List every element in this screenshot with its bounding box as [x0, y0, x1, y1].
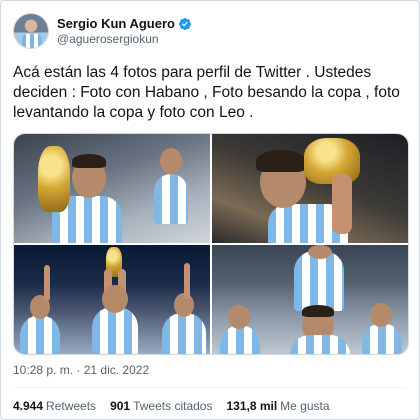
photo-with-cigar-and-trophy[interactable] [14, 134, 210, 243]
retweets-count: 4.944 [13, 399, 44, 413]
tweet-card: Sergio Kun Aguero @aguerosergiokun Acá e… [0, 0, 420, 420]
tweet-date: 21 dic. 2022 [83, 363, 150, 377]
likes-count: 131,8 mil [226, 399, 278, 413]
likes-label: Me gusta [280, 399, 330, 413]
author-display-name[interactable]: Sergio Kun Aguero [57, 16, 175, 32]
timestamp-separator: · [76, 363, 81, 377]
quote-tweets-stat[interactable]: 901 Tweets citados [110, 399, 212, 413]
photo-with-leo[interactable] [212, 245, 408, 354]
name-row: Sergio Kun Aguero [57, 16, 192, 32]
photo-lifting-trophy[interactable] [14, 245, 210, 354]
media-grid [13, 133, 409, 355]
photo-kissing-trophy[interactable] [212, 134, 408, 243]
avatar[interactable] [13, 13, 49, 49]
quote-tweets-count: 901 [110, 399, 131, 413]
retweets-label: Retweets [46, 399, 97, 413]
tweet-time: 10:28 p. m. [13, 363, 74, 377]
author-handle[interactable]: @aguerosergiokun [57, 32, 192, 46]
tweet-text: Acá están las 4 fotos para perfil de Twi… [13, 64, 400, 121]
quote-tweets-label: Tweets citados [133, 399, 213, 413]
tweet-stats: 4.944 Retweets 901 Tweets citados 131,8 mi… [13, 399, 330, 413]
tweet-timestamp[interactable]: 10:28 p. m. · 21 dic. 2022 [13, 363, 149, 377]
retweets-stat[interactable]: 4.944 Retweets [13, 399, 96, 413]
likes-stat[interactable]: 131,8 mil Me gusta [226, 399, 329, 413]
verified-badge-icon [178, 17, 191, 30]
stats-divider [13, 387, 407, 388]
author-block: Sergio Kun Aguero @aguerosergiokun [57, 16, 192, 46]
tweet-header: Sergio Kun Aguero @aguerosergiokun [13, 11, 407, 51]
